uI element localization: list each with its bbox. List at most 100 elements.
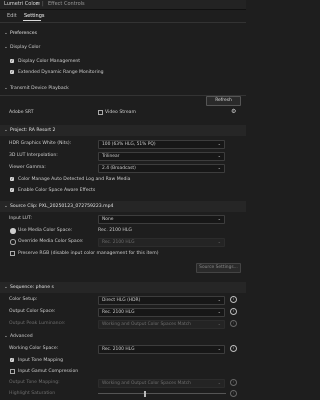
tab-settings[interactable]: Settings	[24, 13, 45, 19]
chevron-down-icon: ⌄	[217, 153, 221, 158]
checkbox-label: Input Tone Mapping	[18, 358, 64, 363]
hdr-white-row: HDR Graphics White (Nits): 100 (63% HLG,…	[0, 138, 246, 149]
checkbox-label: Color Manage Auto Detected Log and Raw M…	[18, 177, 131, 182]
peak-luminance-dropdown[interactable]: Working and Output Color Spaces Match ⌄	[98, 319, 225, 329]
subsection-transmit[interactable]: ⌄ Transmit Device Playback	[0, 83, 246, 94]
working-color-space-dropdown[interactable]: Rec. 2100 HLG ⌄	[98, 344, 225, 354]
adobe-srt-row: Adobe SRT Video Stream ⚙	[0, 107, 246, 118]
chevron-down-icon: ⌄	[217, 165, 221, 170]
refresh-button[interactable]: Refresh	[206, 96, 241, 106]
input-gamut-checkbox[interactable]	[10, 369, 15, 374]
section-source-clip[interactable]: ⌄ Source Clip: PXL_20250123_072759223.mp…	[0, 201, 246, 212]
highlight-saturation-label: Highlight Saturation	[9, 391, 56, 396]
gear-icon[interactable]: ⚙	[231, 108, 236, 115]
override-media-radio[interactable]	[10, 239, 16, 245]
panel-menu-icon[interactable]: ≡	[36, 1, 40, 7]
edr-monitoring-row: ✓ Extended Dynamic Range Monitoring	[0, 67, 246, 78]
tab-edit[interactable]: Edit	[7, 13, 17, 19]
media-color-space-value: Rec. 2100 HLG	[98, 228, 132, 233]
chevron-down-icon: ⌄	[217, 346, 221, 351]
working-color-space-row: Working Color Space: Rec. 2100 HLG ⌄ i	[0, 343, 246, 354]
source-settings-button[interactable]: Source Settings...	[196, 263, 241, 273]
video-stream-label: Video Stream	[105, 110, 136, 115]
section-sequence[interactable]: ⌄ Sequence: phone s	[0, 282, 246, 293]
checkbox-label: Display Color Management	[18, 59, 81, 64]
dropdown-value: Trilinear	[102, 153, 120, 159]
peak-luminance-label: Output Peak Luminance:	[9, 321, 66, 326]
checkbox-label: Enable Color Space Aware Effects	[18, 188, 96, 193]
output-color-space-row: Output Color Space: Rec. 2100 HLG ⌄ i	[0, 306, 246, 317]
chevron-down-icon: ⌄	[4, 285, 8, 290]
dropdown-value: 100 (63% HLG, 51% PQ)	[102, 141, 156, 147]
input-lut-dropdown[interactable]: None ⌄	[98, 214, 225, 224]
peak-luminance-row: Output Peak Luminance: Working and Outpu…	[0, 318, 246, 329]
lut-interp-row: 3D LUT Interpolation: Trilinear ⌄	[0, 150, 246, 161]
check-icon[interactable]: ✓	[10, 188, 14, 192]
working-color-space-label: Working Color Space:	[9, 346, 59, 351]
tab-lumetri-color[interactable]: Lumetri Color	[4, 1, 38, 7]
lut-interp-label: 3D LUT Interpolation:	[9, 153, 58, 158]
active-tab-indicator	[23, 20, 41, 21]
viewer-gamma-label: Viewer Gamma:	[9, 165, 46, 170]
chevron-down-icon: ⌄	[4, 45, 8, 50]
check-icon[interactable]: ✓	[10, 177, 14, 181]
slider-handle[interactable]	[144, 390, 146, 397]
video-stream-checkbox[interactable]	[98, 110, 103, 115]
chevron-down-icon: ⌄	[4, 31, 8, 36]
preserve-rgb-checkbox[interactable]	[10, 251, 15, 256]
chevron-down-icon: ⌄	[4, 204, 8, 209]
check-icon[interactable]: ✓	[10, 59, 14, 63]
info-icon[interactable]: i	[230, 390, 237, 397]
subsection-title: Transmit Device Playback	[10, 86, 69, 91]
radio-label: Override Media Color Space:	[18, 239, 84, 244]
display-color-management-row: ✓ Display Color Management	[0, 56, 246, 67]
subsection-title: Advanced	[10, 334, 33, 339]
tab-effect-controls[interactable]: Effect Controls	[48, 1, 85, 7]
subsection-display-color[interactable]: ⌄ Display Color	[0, 42, 246, 53]
check-icon[interactable]: ✓	[10, 70, 14, 74]
info-icon[interactable]: i	[230, 308, 237, 315]
check-icon[interactable]: ✓	[10, 358, 14, 362]
info-icon[interactable]: i	[230, 320, 237, 327]
chevron-down-icon: ⌄	[217, 380, 221, 385]
info-icon[interactable]: i	[230, 345, 237, 352]
override-dropdown[interactable]: Rec. 2100 HLG ⌄	[98, 237, 225, 247]
info-icon[interactable]: i	[230, 379, 237, 386]
dropdown-value: Working and Output Color Spaces Match	[102, 321, 191, 327]
panel-separator: |	[42, 1, 44, 7]
viewer-gamma-dropdown[interactable]: 2.4 (Broadcast) ⌄	[98, 163, 225, 173]
section-title: Preferences	[10, 31, 38, 36]
info-icon[interactable]: i	[230, 296, 237, 303]
sub-tab-bar: Edit Settings	[0, 10, 246, 23]
output-tone-label: Output Tone Mapping:	[9, 380, 60, 385]
chevron-down-icon: ⌄	[4, 128, 8, 133]
hdr-white-dropdown[interactable]: 100 (63% HLG, 51% PQ) ⌄	[98, 139, 225, 149]
section-title: Sequence: phone s	[10, 285, 54, 290]
highlight-saturation-slider[interactable]	[98, 393, 226, 394]
adobe-srt-label: Adobe SRT	[9, 110, 34, 115]
input-gamut-row: Input Gamut Compression	[0, 366, 246, 377]
output-tone-dropdown[interactable]: Working and Output Color Spaces Match ⌄	[98, 378, 225, 388]
lut-interp-dropdown[interactable]: Trilinear ⌄	[98, 151, 225, 161]
section-title: Project: RA Resort 2	[10, 128, 56, 133]
radio-label: Use Media Color Space:	[18, 228, 73, 233]
chevron-down-icon: ⌄	[217, 141, 221, 146]
output-color-space-dropdown[interactable]: Rec. 2100 HLG ⌄	[98, 307, 225, 317]
section-project[interactable]: ⌄ Project: RA Resort 2	[0, 125, 246, 136]
output-tone-mapping-row: Output Tone Mapping: Working and Output …	[0, 377, 246, 388]
viewer-gamma-row: Viewer Gamma: 2.4 (Broadcast) ⌄	[0, 162, 246, 173]
input-lut-row: Input LUT: None ⌄	[0, 213, 246, 224]
dropdown-value: Rec. 2100 HLG	[102, 309, 135, 315]
color-space-aware-row: ✓ Enable Color Space Aware Effects	[0, 185, 246, 196]
auto-detect-row: ✓ Color Manage Auto Detected Log and Raw…	[0, 174, 246, 185]
section-preferences[interactable]: ⌄ Preferences	[0, 28, 246, 39]
subsection-title: Display Color	[10, 45, 41, 50]
chevron-down-icon: ⌄	[4, 86, 8, 91]
override-media-row: Override Media Color Space: Rec. 2100 HL…	[0, 236, 246, 247]
subsection-advanced[interactable]: ⌄ Advanced	[0, 331, 246, 342]
chevron-down-icon: ⌄	[217, 321, 221, 326]
use-media-radio[interactable]	[10, 228, 16, 234]
preserve-rgb-row: Preserve RGB (disable input color manage…	[0, 248, 246, 259]
color-setup-dropdown[interactable]: Direct HLG (HDR) ⌄	[98, 295, 225, 305]
color-setup-row: Color Setup: Direct HLG (HDR) ⌄ i	[0, 294, 246, 305]
